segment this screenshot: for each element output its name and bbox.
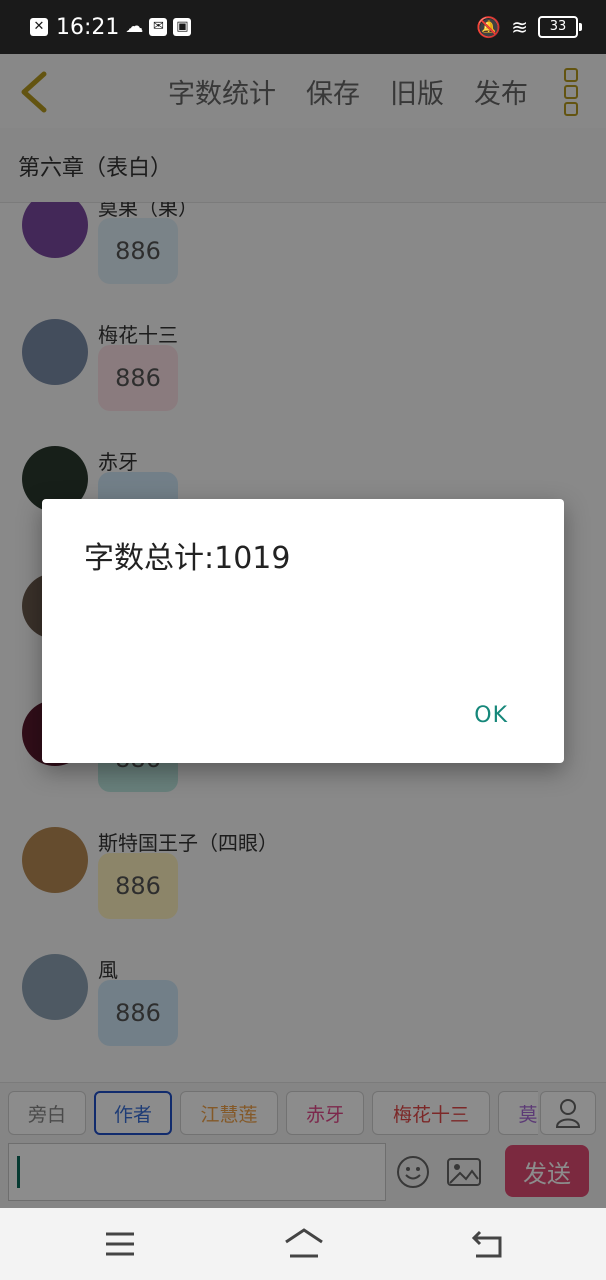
mute-bell-icon: 🔕 bbox=[476, 15, 502, 39]
wifi-icon: ≋ bbox=[511, 15, 528, 39]
dialog-message: 字数总计:1019 bbox=[84, 541, 291, 576]
app-icon: ▣ bbox=[173, 18, 192, 36]
back-icon[interactable] bbox=[470, 1226, 506, 1262]
message-icon: ✉ bbox=[149, 18, 168, 36]
status-bar: ✕ 16:21 ☁ ✉ ▣ 🔕 ≋ 33 bbox=[0, 0, 606, 54]
system-nav-bar bbox=[0, 1208, 606, 1280]
status-time: 16:21 bbox=[56, 14, 120, 40]
menu-icon[interactable] bbox=[102, 1226, 138, 1262]
cloud-icon: ☁ bbox=[125, 16, 144, 37]
word-count-dialog: 字数总计:1019 OK bbox=[42, 499, 564, 763]
home-icon[interactable] bbox=[284, 1226, 324, 1262]
battery-level: 33 bbox=[538, 16, 578, 38]
notification-icon: ✕ bbox=[30, 18, 48, 36]
battery-icon: 33 bbox=[538, 16, 582, 38]
ok-button[interactable]: OK bbox=[474, 703, 508, 728]
